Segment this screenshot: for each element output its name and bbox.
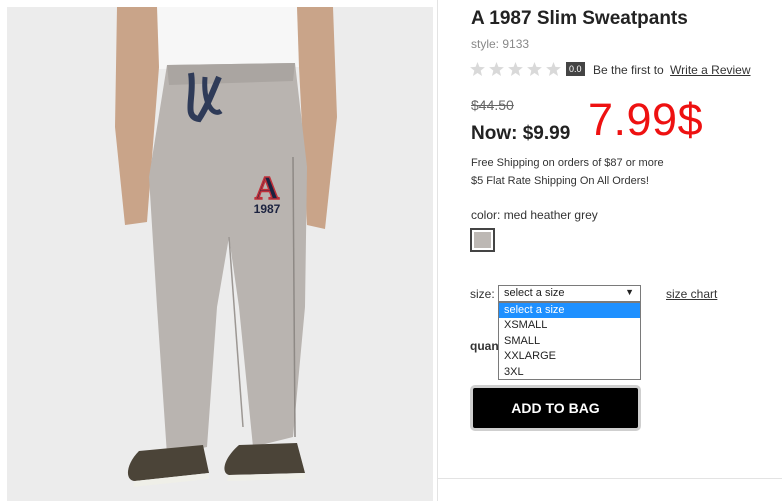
style-number: style: 9133 [471,37,529,51]
sale-price: Now: $9.99 [471,123,570,145]
size-option[interactable]: select a size [499,303,640,319]
color-swatch-med-heather-grey[interactable] [470,228,495,252]
size-select-value: select a size [504,287,565,299]
flat-rate-note: $5 Flat Rate Shipping On All Orders! [471,175,649,187]
dropdown-arrow-icon: ▼ [625,287,634,297]
size-chart-link[interactable]: size chart [666,287,717,301]
size-option[interactable]: SMALL [499,334,640,349]
rating-stars: 0.0 [470,61,585,77]
add-to-bag-button[interactable]: ADD TO BAG [470,385,641,431]
style-value: 9133 [502,37,530,51]
color-value: med heather grey [503,208,598,222]
promo-price: 7.99$ [588,94,704,145]
swatch-fill [474,232,491,248]
star-icon [508,62,523,76]
column-divider [437,0,438,501]
color-selection: color: med heather grey [471,208,598,222]
size-label: size: [470,287,495,301]
star-icon [489,62,504,76]
size-dropdown-list: select a size XSMALL SMALL XXLARGE 3XL [498,302,641,380]
size-option[interactable]: XXLARGE [499,349,640,364]
review-prompt-text: Be the first to [593,63,664,77]
review-prompt: Be the first to Write a Review [593,63,751,77]
star-icon [546,62,561,76]
star-icon [527,62,542,76]
rating-score-badge: 0.0 [566,62,585,76]
quantity-label: quantity [470,339,498,353]
write-review-link[interactable]: Write a Review [670,63,750,77]
svg-text:1987: 1987 [254,202,281,216]
now-price-value: $9.99 [522,123,571,144]
size-option[interactable]: XSMALL [499,318,640,333]
original-price: $44.50 [471,97,514,113]
now-label: Now: [471,123,518,144]
style-label: style: [471,37,500,51]
color-label: color: [471,208,501,222]
sweatpants-photo: A 1987 [7,7,433,501]
size-select[interactable]: select a size ▼ [498,285,641,302]
product-title: A 1987 Slim Sweatpants [471,8,688,29]
product-image: A 1987 [7,7,433,501]
size-option[interactable]: 3XL [499,365,640,380]
star-icon [470,62,485,76]
footer-divider [437,478,782,479]
free-shipping-note: Free Shipping on orders of $87 or more [471,157,664,169]
